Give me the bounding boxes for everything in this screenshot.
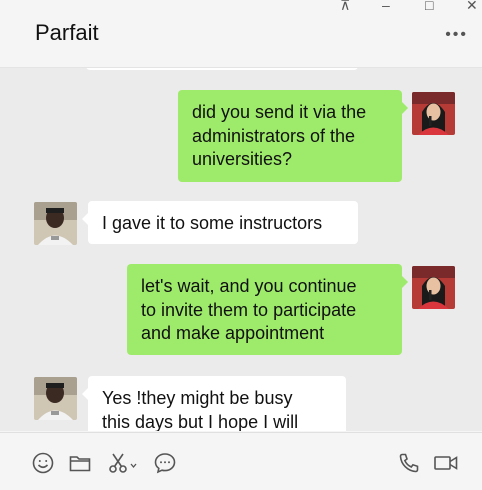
received-message-bubble[interactable]: Yes !they might be busy this days but I … <box>82 376 346 432</box>
message-line: did you send it via the <box>192 102 367 122</box>
emoji-icon[interactable] <box>31 451 55 475</box>
pin-button[interactable]: ⊼ <box>340 0 350 14</box>
message-line: I gave it to some instructors <box>102 213 323 233</box>
message-line: to invite them to participate <box>141 299 357 320</box>
message-line: let's wait, and you continue <box>141 276 357 296</box>
male-avatar[interactable] <box>34 202 77 245</box>
received-message-bubble[interactable]: I gave it to some instructors <box>82 201 358 244</box>
message-list[interactable]: did you send it via the administrators o… <box>0 68 482 431</box>
sent-message-bubble[interactable]: let's wait, and you continue to invite t… <box>127 264 408 355</box>
male-avatar[interactable] <box>34 377 77 420</box>
previous-message-bubble <box>86 68 358 70</box>
chat-title: Parfait <box>35 20 99 45</box>
folder-icon[interactable] <box>68 451 92 475</box>
close-button[interactable]: ✕ <box>466 0 478 14</box>
more-options-button[interactable]: ••• <box>445 26 468 44</box>
message-line: and make appointment <box>141 323 325 343</box>
phone-icon[interactable] <box>397 451 421 475</box>
input-toolbar <box>0 432 482 490</box>
message-line: Yes !they might be busy <box>102 388 293 408</box>
minimize-button[interactable]: – <box>382 0 390 13</box>
female-avatar[interactable] <box>412 92 455 135</box>
female-avatar[interactable] <box>412 266 455 309</box>
chat-header: Parfait ⊼ – □ ✕ ••• <box>0 0 482 68</box>
message-line: this days but I hope I will <box>102 411 299 432</box>
chat-history-icon[interactable] <box>153 451 177 475</box>
message-line: administrators of the <box>192 125 356 146</box>
sent-message-bubble[interactable]: did you send it via the administrators o… <box>178 90 408 182</box>
message-line: universities? <box>192 149 293 169</box>
video-icon[interactable] <box>433 451 459 475</box>
scissors-icon[interactable] <box>107 451 139 475</box>
maximize-button[interactable]: □ <box>425 0 433 13</box>
